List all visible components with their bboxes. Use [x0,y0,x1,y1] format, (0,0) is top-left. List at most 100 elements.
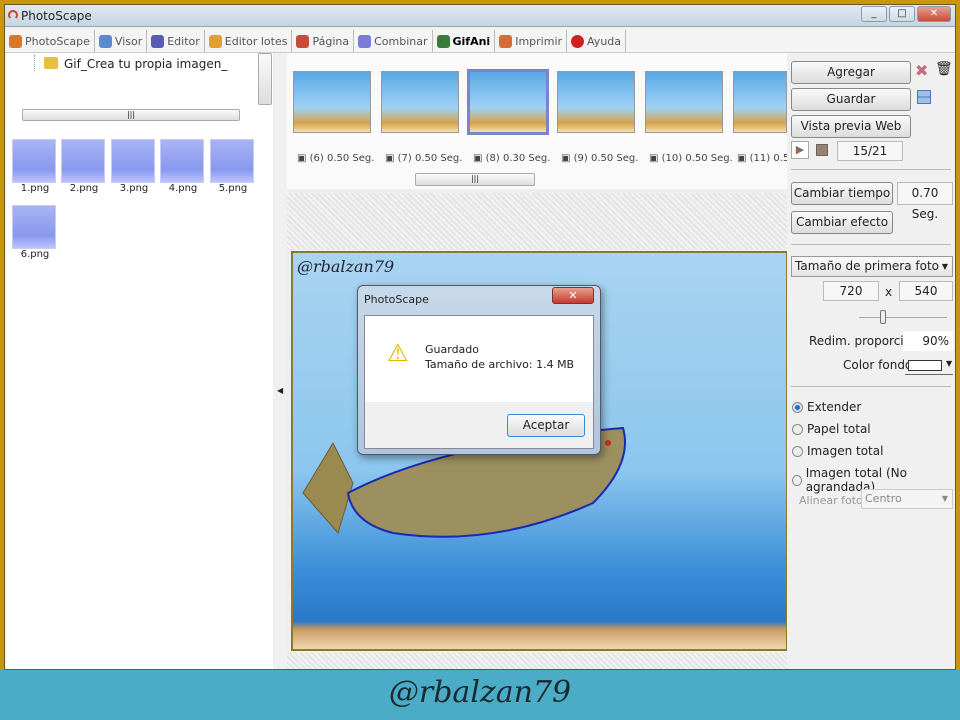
tab-editor-lotes[interactable]: Editor lotes [205,30,293,52]
tree-line [34,55,35,71]
thumbnail-image [61,139,105,183]
frame-thumbnail-selected[interactable] [467,69,549,135]
tab-label: Visor [114,34,143,48]
folder-icon [44,57,58,69]
delete-icon[interactable]: ✖ [915,61,928,80]
gifani-icon [436,34,450,48]
editor-icon [151,34,165,48]
file-thumbnail[interactable]: 3.png [111,139,157,194]
divider [791,386,951,387]
dialog-message-size: Tamaño de archivo: 1.4 MB [425,358,575,371]
radio-papel-total[interactable]: Papel total [792,422,871,436]
thumbnail-image [12,139,56,183]
collapse-arrow-icon[interactable]: ◀ [277,386,283,395]
change-time-button[interactable]: Cambiar tiempo [791,182,893,205]
radio-icon [792,474,802,486]
change-effect-button[interactable]: Cambiar efecto [791,211,893,234]
tab-label: Página [312,34,350,48]
save-button[interactable]: Guardar [791,88,911,111]
panel-splitter[interactable]: ◀ [273,53,287,669]
times-label: x [885,285,893,299]
divider [791,169,951,170]
page-icon [296,34,310,48]
size-select[interactable]: Tamaño de primera foto ▼ [791,256,953,277]
file-name: 1.png [20,183,50,194]
tab-photoscape[interactable]: PhotoScape [5,30,95,52]
time-value[interactable]: 0.70 Seg. [897,182,953,221]
watermark-banner: @rbalzan79 [0,670,960,720]
close-button[interactable]: ✕ [917,6,951,22]
ok-button[interactable]: Aceptar [507,414,585,437]
frame-label[interactable]: ▣ (7) 0.50 Seg. [385,153,462,164]
slider-track[interactable] [859,317,947,318]
add-button[interactable]: Agregar [791,61,911,84]
list-icon[interactable] [917,90,931,104]
color-swatch [908,360,942,371]
file-thumbnail[interactable]: 1.png [12,139,58,194]
web-preview-button[interactable]: Vista previa Web [791,115,911,138]
viewer-icon [98,34,112,48]
dialog-title: PhotoScape [364,293,429,306]
tab-editor[interactable]: Editor [147,30,205,52]
tab-visor[interactable]: Visor [95,30,148,52]
file-name: 6.png [20,249,50,260]
title-bar: PhotoScape _ □ ✕ [5,5,955,27]
stop-icon[interactable] [816,144,828,156]
slider-thumb[interactable] [880,310,886,324]
radio-icon [792,423,803,435]
file-thumbnail[interactable]: 4.png [160,139,206,194]
dialog-close-button[interactable]: ✕ [552,287,594,304]
frame-label[interactable]: ▣ (6) 0.50 Seg. [297,153,374,164]
file-thumbnail[interactable]: 2.png [61,139,107,194]
settings-panel: Agregar ✖ 🗑 Guardar Vista previa Web ▶ 1… [787,53,955,669]
tab-label: Imprimir [515,34,563,48]
tree-horizontal-scrollbar[interactable]: ||| [22,109,240,121]
trash-icon[interactable]: 🗑 [935,61,953,77]
height-field[interactable]: 540 [899,281,953,301]
width-field[interactable]: 720 [823,281,879,301]
print-icon [499,34,513,48]
file-name: 3.png [119,183,149,194]
file-thumbnail[interactable]: 6.png [12,205,58,260]
frame-label[interactable]: ▣ (11) 0.5 [737,153,789,164]
frame-thumbnail[interactable] [645,71,723,133]
frame-thumbnail[interactable] [557,71,635,133]
resize-field[interactable]: 90% [903,331,953,351]
tab-imprimir[interactable]: Imprimir [495,30,568,52]
frame-thumbnail[interactable] [293,71,371,133]
save-dialog: PhotoScape ✕ ⚠ Guardado Tamaño de archiv… [357,285,601,455]
combine-icon [358,34,372,48]
tab-gifani[interactable]: GifAni [433,30,496,52]
tab-ayuda[interactable]: Ayuda [567,30,627,52]
file-name: 5.png [218,183,248,194]
tree-folder-item[interactable]: Gif_Crea tu propia imagen_ [64,57,227,71]
radio-imagen-total[interactable]: Imagen total [792,444,883,458]
file-thumbnail[interactable]: 5.png [210,139,256,194]
tab-label: Editor [167,34,200,48]
frame-label[interactable]: ▣ (9) 0.50 Seg. [561,153,638,164]
tab-combinar[interactable]: Combinar [354,30,433,52]
maximize-button[interactable]: □ [889,6,915,22]
app-icon [8,10,18,20]
help-icon [571,34,585,48]
tab-bar: PhotoScape Visor Editor Editor lotes Pág… [5,29,955,53]
frame-label[interactable]: ▣ (10) 0.50 Seg. [649,153,733,164]
align-select[interactable]: Centro ▼ [861,489,953,509]
dialog-body: ⚠ Guardado Tamaño de archivo: 1.4 MB Ace… [364,315,594,449]
bg-color-picker[interactable]: ▼ [905,357,953,375]
tree-vertical-scrollbar[interactable] [258,53,272,105]
frame-label[interactable]: ▣ (8) 0.30 Seg. [473,153,550,164]
minimize-button[interactable]: _ [861,6,887,22]
radio-extender[interactable]: Extender [792,400,861,414]
frame-thumbnail[interactable] [381,71,459,133]
tab-label: Combinar [374,34,428,48]
tab-label: Editor lotes [224,34,288,48]
frame-strip-scrollbar[interactable]: ||| [415,173,535,186]
chevron-down-icon: ▼ [941,262,948,271]
bg-color-label: Color fondo [843,358,913,372]
align-label: Alinear foto [799,494,863,507]
frame-thumbnail[interactable] [733,71,787,133]
play-icon[interactable]: ▶ [791,141,809,159]
tab-label: Ayuda [587,34,622,48]
tab-pagina[interactable]: Página [292,30,355,52]
